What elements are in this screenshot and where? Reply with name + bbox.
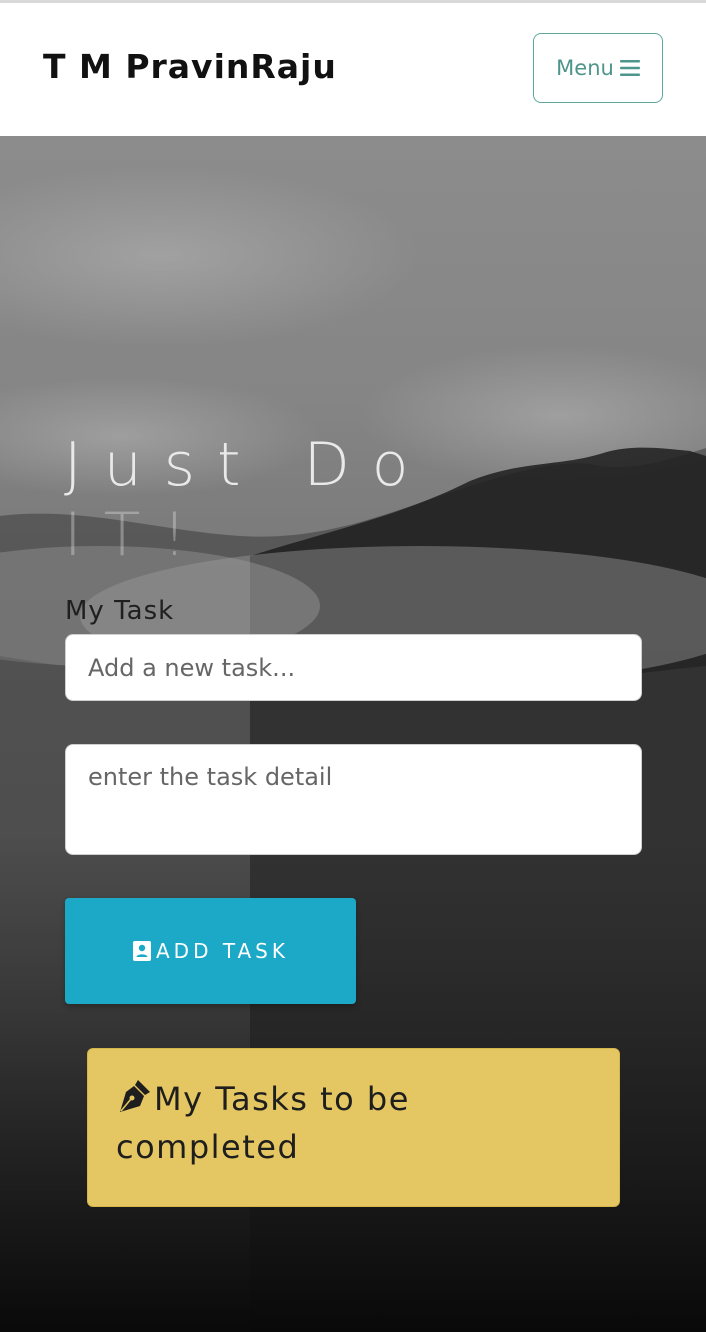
tasks-panel-heading: My Tasks to be completed xyxy=(116,1077,591,1169)
headline-line-2: IT! xyxy=(64,500,209,570)
navbar: T M PravinRaju Menu xyxy=(0,3,706,136)
headline-line-1: Just Do xyxy=(64,430,431,500)
task-detail-textarea[interactable] xyxy=(65,744,642,855)
add-task-label: ADD TASK xyxy=(156,939,289,963)
hero-section: Just Do IT! My Task ADD TASK My Task xyxy=(0,136,706,1332)
menu-button[interactable]: Menu xyxy=(533,33,663,103)
task-label: My Task xyxy=(65,596,175,626)
brand-title[interactable]: T M PravinRaju xyxy=(43,47,337,86)
tasks-panel: My Tasks to be completed xyxy=(87,1048,620,1207)
add-task-button[interactable]: ADD TASK xyxy=(65,898,356,1004)
hero-headline: Just Do IT! xyxy=(64,430,504,570)
hamburger-icon xyxy=(619,59,640,77)
menu-label: Menu xyxy=(556,56,614,80)
task-input[interactable] xyxy=(65,634,642,701)
contact-card-icon xyxy=(132,940,152,962)
pen-nib-icon xyxy=(116,1078,152,1125)
tasks-panel-title: My Tasks to be completed xyxy=(116,1080,410,1166)
